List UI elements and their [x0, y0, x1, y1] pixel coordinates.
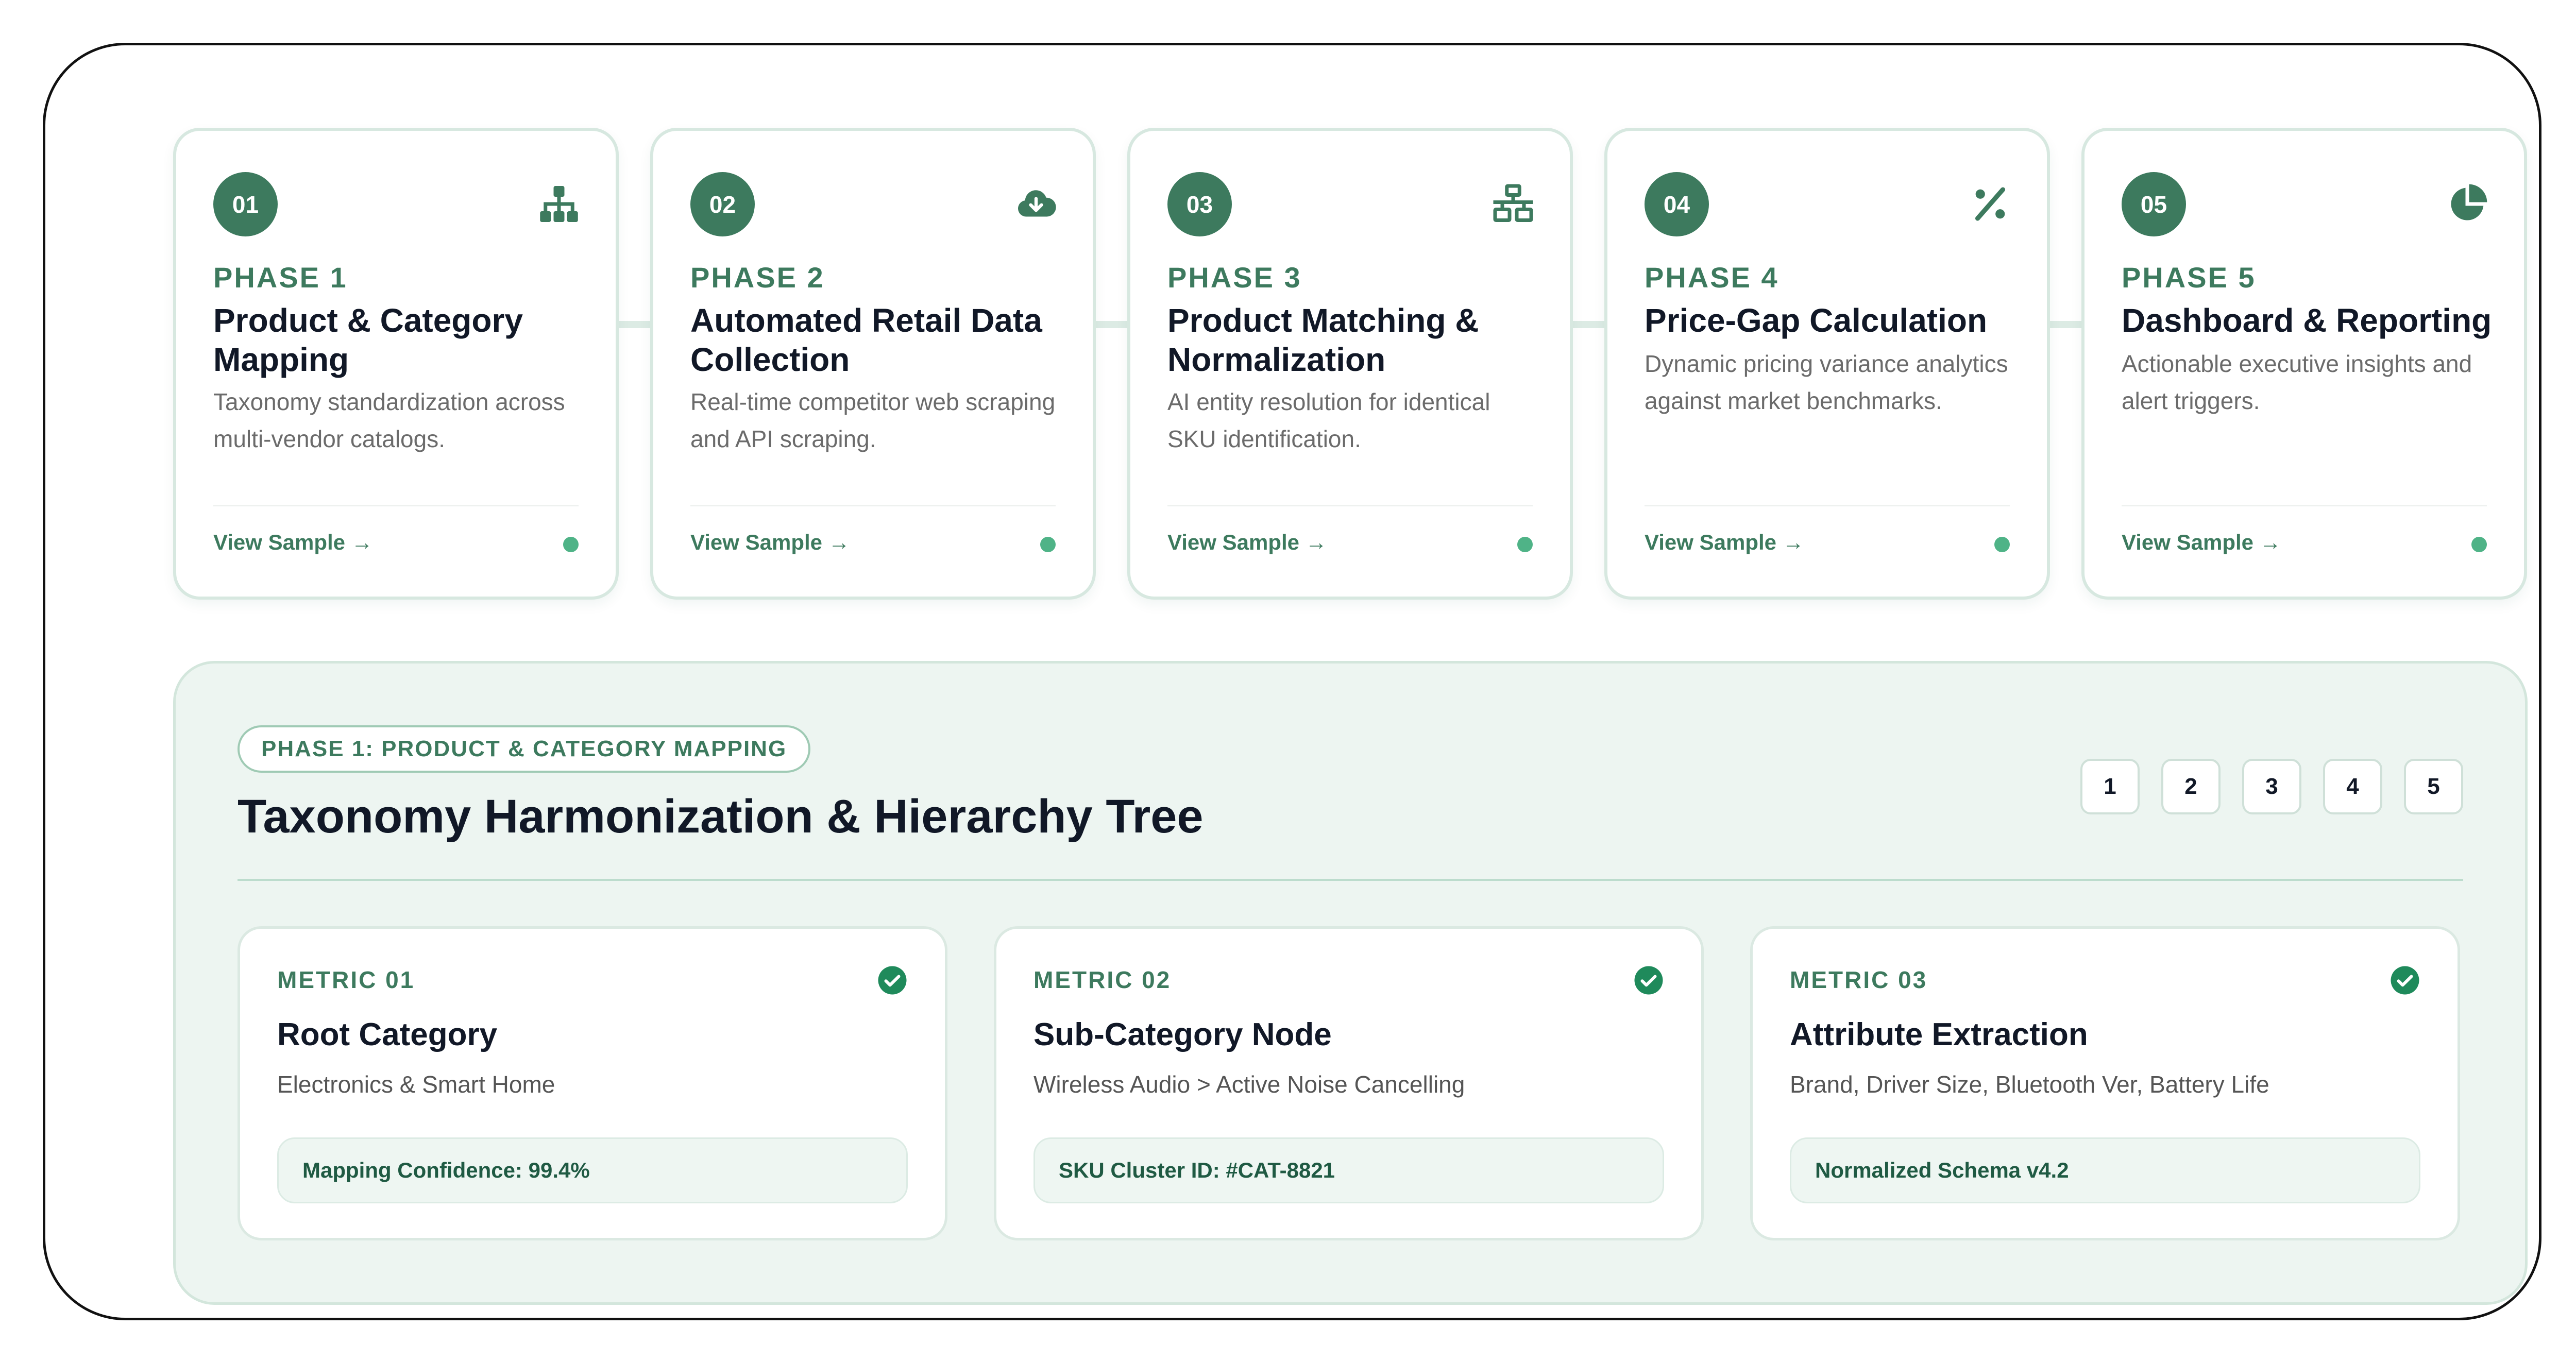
metric-label: METRIC 03 — [1790, 966, 1928, 993]
divider — [213, 505, 579, 506]
phase-label: PHASE 4 — [1645, 261, 1779, 294]
metric-tag: SKU Cluster ID: #CAT-8821 — [1033, 1137, 1664, 1203]
view-sample-link[interactable]: View Sample → — [2122, 530, 2281, 555]
phase-card-1[interactable]: 01 PHASE 1 Product & Category Mapping Ta… — [173, 128, 619, 600]
window-frame: 01 PHASE 1 Product & Category Mapping Ta… — [43, 43, 2541, 1320]
phase-card-2[interactable]: 02 PHASE 2 Automated Retail Data Collect… — [650, 128, 1096, 600]
page-button-2[interactable]: 2 — [2161, 759, 2221, 814]
metric-label: METRIC 02 — [1033, 966, 1172, 993]
page-button-1[interactable]: 1 — [2080, 759, 2140, 814]
page-button-5[interactable]: 5 — [2404, 759, 2463, 814]
divider — [1645, 505, 2010, 506]
phase-label: PHASE 3 — [1167, 261, 1302, 294]
phase-number-badge: 04 — [1645, 172, 1709, 236]
percent-icon — [1975, 187, 2006, 221]
step-connector — [616, 321, 652, 328]
metric-description: Electronics & Smart Home — [277, 1071, 555, 1098]
phase-title: Dashboard & Reporting — [2122, 302, 2492, 339]
view-sample-link[interactable]: View Sample → — [1645, 530, 1804, 555]
sitemap-icon — [540, 186, 578, 222]
metric-title: Attribute Extraction — [1790, 1017, 2088, 1052]
metric-title: Sub-Category Node — [1033, 1017, 1332, 1052]
step-connector — [2047, 321, 2083, 328]
metric-description: Wireless Audio > Active Noise Cancelling — [1033, 1071, 1465, 1098]
divider — [2122, 505, 2487, 506]
pie-chart-icon — [2451, 184, 2487, 220]
check-circle-icon — [2391, 966, 2419, 995]
phase-detail-panel: PHASE 1: PRODUCT & CATEGORY MAPPING Taxo… — [173, 661, 2528, 1305]
phase-description: AI entity resolution for identical SKU i… — [1167, 388, 1490, 452]
view-sample-link[interactable]: View Sample → — [213, 530, 373, 555]
cloud-download-icon — [1018, 190, 1056, 217]
metric-tag: Normalized Schema v4.2 — [1790, 1137, 2420, 1203]
divider — [1167, 505, 1533, 506]
check-circle-icon — [1634, 966, 1663, 995]
check-circle-icon — [878, 966, 907, 995]
phase-description: Actionable executive insights and alert … — [2122, 350, 2472, 414]
pagination: 1 2 3 4 5 — [2080, 759, 2463, 814]
divider — [690, 505, 1056, 506]
metric-card-2: METRIC 02 Sub-Category Node Wireless Aud… — [994, 926, 1704, 1240]
phase-description: Dynamic pricing variance analytics again… — [1645, 350, 2008, 414]
metric-title: Root Category — [277, 1017, 498, 1052]
phase-description: Real-time competitor web scraping and AP… — [690, 388, 1056, 452]
phase-steps: 01 PHASE 1 Product & Category Mapping Ta… — [173, 128, 2528, 600]
status-dot — [1040, 537, 1056, 552]
phase-number-badge: 02 — [690, 172, 755, 236]
status-dot — [1994, 537, 2010, 552]
network-icon — [1493, 184, 1533, 222]
phase-card-4[interactable]: 04 PHASE 4 Price-Gap Calculation Dynamic… — [1604, 128, 2050, 600]
step-connector — [1093, 321, 1129, 328]
metric-description: Brand, Driver Size, Bluetooth Ver, Batte… — [1790, 1071, 2269, 1098]
metric-tag: Mapping Confidence: 99.4% — [277, 1137, 908, 1203]
phase-label: PHASE 5 — [2122, 261, 2256, 294]
page-button-3[interactable]: 3 — [2242, 759, 2301, 814]
phase-description: Taxonomy standardization across multi-ve… — [213, 388, 565, 452]
phase-title: Automated Retail Data Collection — [690, 302, 1042, 378]
phase-number-badge: 05 — [2122, 172, 2186, 236]
metric-card-3: METRIC 03 Attribute Extraction Brand, Dr… — [1750, 926, 2460, 1240]
divider — [238, 879, 2463, 881]
view-sample-link[interactable]: View Sample → — [1167, 530, 1327, 555]
step-connector — [1570, 321, 1606, 328]
phase-label: PHASE 2 — [690, 261, 825, 294]
phase-title: Product & Category Mapping — [213, 302, 523, 378]
panel-title: Taxonomy Harmonization & Hierarchy Tree — [238, 790, 1204, 843]
metric-card-1: METRIC 01 Root Category Electronics & Sm… — [238, 926, 947, 1240]
phase-card-5[interactable]: 05 PHASE 5 Dashboard & Reporting Actiona… — [2081, 128, 2527, 600]
phase-title: Price-Gap Calculation — [1645, 302, 1988, 339]
phase-number-badge: 03 — [1167, 172, 1232, 236]
status-dot — [1517, 537, 1533, 552]
phase-number-badge: 01 — [213, 172, 278, 236]
status-dot — [563, 537, 579, 552]
phase-label: PHASE 1 — [213, 261, 348, 294]
page-button-4[interactable]: 4 — [2323, 759, 2382, 814]
phase-card-3[interactable]: 03 PHASE 3 Product Matching & Normalizat… — [1127, 128, 1573, 600]
view-sample-link[interactable]: View Sample → — [690, 530, 850, 555]
metric-label: METRIC 01 — [277, 966, 415, 993]
status-dot — [2471, 537, 2487, 552]
phase-badge: PHASE 1: PRODUCT & CATEGORY MAPPING — [238, 725, 811, 773]
phase-title: Product Matching & Normalization — [1167, 302, 1479, 378]
